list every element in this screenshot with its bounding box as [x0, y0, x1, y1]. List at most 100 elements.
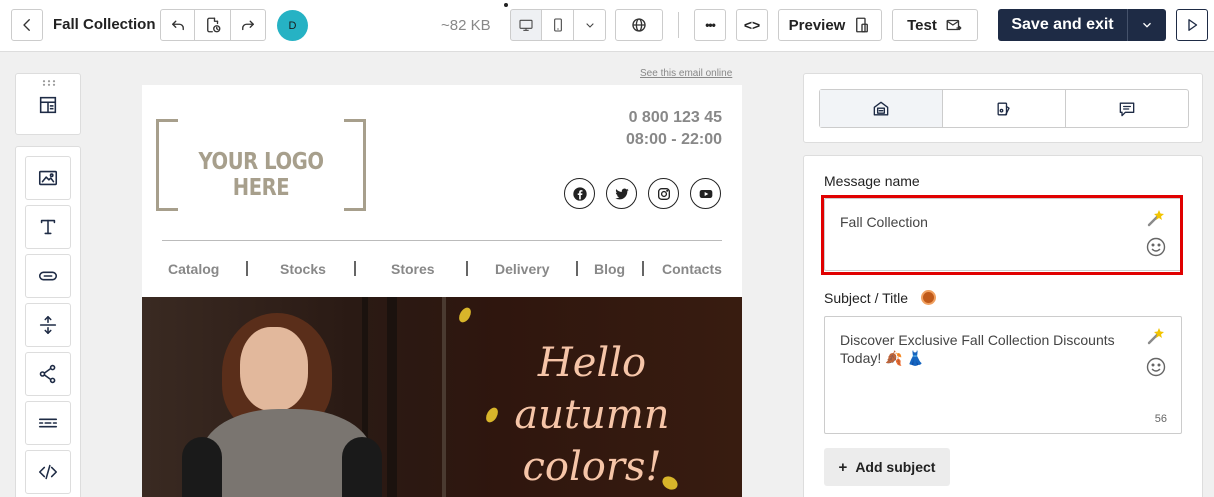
nav-link-stores[interactable]: Stores — [391, 261, 435, 277]
focus-highlight — [821, 195, 1183, 275]
tool-image[interactable] — [25, 156, 71, 200]
comment-icon — [1119, 102, 1135, 116]
test-button[interactable]: Test — [892, 9, 978, 41]
subject-value: Discover Exclusive Fall Collection Disco… — [840, 332, 1115, 366]
nav-link-catalog[interactable]: Catalog — [168, 261, 219, 277]
layout-blocks-icon — [39, 96, 57, 114]
ai-generate-button[interactable] — [1146, 326, 1166, 346]
instagram-icon — [657, 187, 670, 200]
user-avatar[interactable]: D — [277, 10, 308, 41]
text-icon — [40, 219, 56, 235]
phone-number: 0 800 123 45 — [628, 109, 722, 126]
nav-separator — [576, 261, 578, 276]
contact-info: 0 800 123 45 08:00 - 22:00 — [626, 107, 722, 151]
smiley-icon — [1146, 357, 1166, 377]
message-title: Fall Collection — [53, 16, 156, 33]
save-options-button[interactable] — [1128, 18, 1166, 32]
tool-text[interactable] — [25, 205, 71, 249]
mobile-view-button[interactable] — [541, 9, 574, 41]
preview-devices-icon — [856, 17, 869, 33]
play-icon — [1188, 19, 1198, 31]
toolbar-divider — [678, 12, 679, 38]
save-and-exit-button[interactable]: Save and exit — [998, 9, 1166, 41]
nav-link-contacts[interactable]: Contacts — [662, 261, 722, 277]
back-button[interactable] — [11, 9, 43, 41]
preview-button[interactable]: Preview — [778, 9, 882, 41]
hero-banner[interactable]: Hello autumn colors! — [142, 297, 742, 497]
nav-link-stocks[interactable]: Stocks — [280, 261, 326, 277]
hero-headline: Hello autumn colors! — [512, 337, 672, 493]
language-button[interactable] — [615, 9, 663, 41]
add-subject-label: Add subject — [855, 459, 936, 475]
settings-tab-group — [819, 89, 1189, 128]
subject-field[interactable]: Discover Exclusive Fall Collection Disco… — [824, 316, 1182, 434]
tab-comments[interactable] — [1066, 90, 1188, 127]
drag-handle-icon[interactable] — [42, 80, 56, 86]
mobile-icon — [553, 18, 562, 32]
logo-placeholder[interactable]: YOUR LOGO HERE — [156, 119, 366, 211]
save-label: Save and exit — [1011, 16, 1114, 33]
hero-headline-line: Hello — [537, 340, 647, 386]
hero-headline-line: autumn — [514, 392, 670, 438]
share-icon — [39, 364, 56, 384]
code-view-button[interactable]: <> — [736, 9, 768, 41]
instagram-link[interactable] — [648, 178, 679, 209]
desktop-view-button[interactable] — [510, 9, 542, 41]
tool-spacer[interactable] — [25, 303, 71, 347]
nav-link-blog[interactable]: Blog — [594, 261, 625, 277]
history-button[interactable] — [194, 9, 231, 41]
emoji-picker-button[interactable] — [1146, 357, 1166, 377]
chevron-down-icon — [585, 23, 594, 28]
status-dot — [504, 3, 508, 7]
subject-info-icon[interactable] — [921, 290, 936, 305]
twitter-link[interactable] — [606, 178, 637, 209]
document-history-icon — [206, 17, 220, 33]
preview-label: Preview — [788, 16, 846, 34]
spacer-icon — [39, 315, 57, 335]
mail-settings-icon — [873, 101, 889, 115]
redo-icon — [242, 20, 254, 31]
settings-tabs-panel — [803, 73, 1203, 143]
test-label: Test — [907, 16, 937, 34]
tab-style-settings[interactable] — [943, 90, 1066, 127]
nav-separator — [466, 261, 468, 276]
redo-button[interactable] — [230, 9, 266, 41]
blocks-panel-toggle[interactable] — [15, 73, 81, 135]
message-name-label: Message name — [824, 173, 920, 189]
view-dropdown-button[interactable] — [573, 9, 606, 41]
chevron-left-icon — [23, 19, 30, 31]
magic-wand-icon — [1147, 328, 1164, 345]
see-email-online-link[interactable]: See this email online — [640, 68, 732, 79]
undo-button[interactable] — [160, 9, 195, 41]
hero-door-frame — [442, 297, 446, 497]
top-bar: Fall Collection D ~82 KB ••• <> Preview … — [0, 0, 1214, 52]
hero-person-coat — [342, 437, 382, 497]
chevron-down-icon — [1143, 22, 1151, 28]
launch-button[interactable] — [1176, 9, 1208, 41]
facebook-icon — [572, 186, 587, 201]
tool-divider[interactable] — [25, 401, 71, 445]
undo-icon — [171, 20, 184, 31]
tool-html[interactable] — [25, 450, 71, 494]
falling-leaf — [456, 305, 474, 325]
add-subject-button[interactable]: + Add subject — [824, 448, 950, 486]
working-hours: 08:00 - 22:00 — [625, 131, 722, 148]
send-mail-icon — [946, 19, 962, 31]
plus-icon: + — [838, 458, 848, 476]
tool-social[interactable] — [25, 352, 71, 396]
hero-person-face — [240, 327, 308, 411]
email-size: ~82 KB — [441, 17, 491, 34]
youtube-icon — [699, 189, 712, 198]
more-button[interactable]: ••• — [694, 9, 726, 41]
button-icon — [38, 271, 58, 281]
tool-button[interactable] — [25, 254, 71, 298]
tab-message-settings[interactable] — [820, 90, 943, 127]
nav-link-delivery[interactable]: Delivery — [495, 261, 549, 277]
youtube-link[interactable] — [690, 178, 721, 209]
email-canvas[interactable]: YOUR LOGO HERE 0 800 123 45 08:00 - 22:0… — [142, 85, 742, 497]
facebook-link[interactable] — [564, 178, 595, 209]
nav-separator — [354, 261, 356, 276]
nav-separator — [642, 261, 644, 276]
falling-leaf — [483, 405, 501, 425]
image-icon — [38, 170, 58, 186]
